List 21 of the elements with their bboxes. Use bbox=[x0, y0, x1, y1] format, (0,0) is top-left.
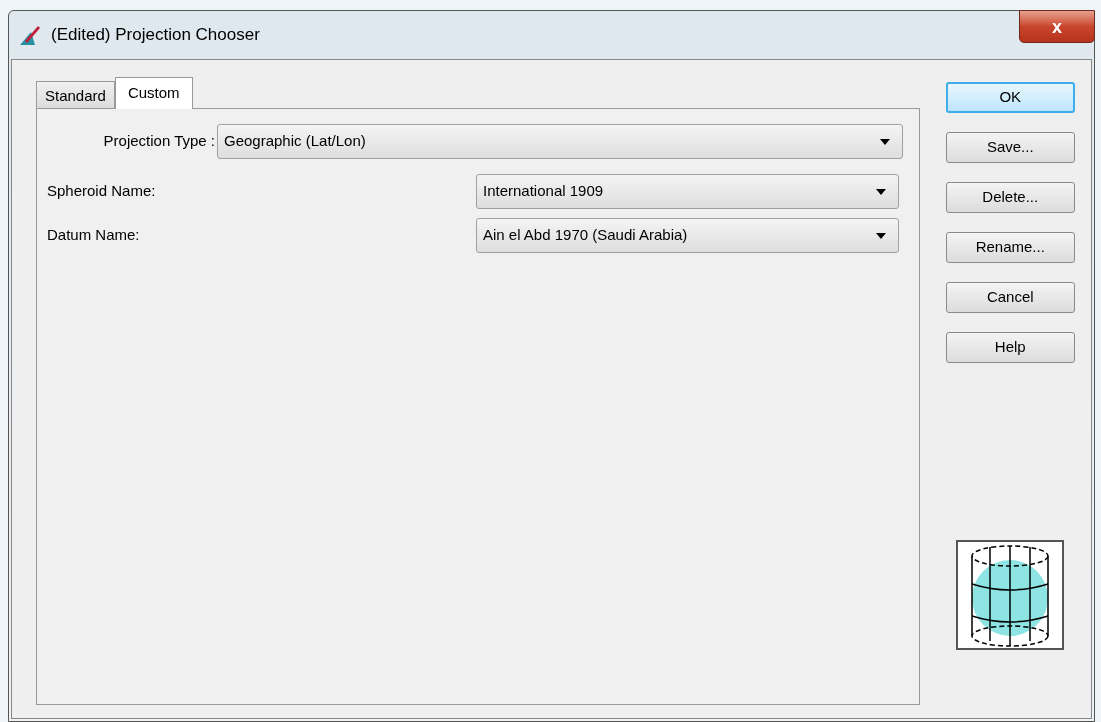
tab[interactable]: Custom bbox=[114, 77, 193, 109]
dropdown[interactable]: International 1909 bbox=[476, 174, 899, 209]
projection-type-label: Projection Type : bbox=[102, 131, 216, 152]
tab[interactable]: Standard bbox=[36, 81, 115, 108]
dialog-button[interactable]: OK bbox=[945, 82, 1075, 113]
field-label: Spheroid Name: bbox=[47, 181, 156, 202]
dropdown[interactable]: Geographic (Lat/Lon) bbox=[217, 124, 903, 159]
cylinder-projection-icon bbox=[955, 540, 1064, 650]
dialog-button[interactable]: Help bbox=[945, 332, 1075, 363]
dialog-button[interactable]: Delete... bbox=[945, 182, 1075, 213]
dialog-button[interactable]: Save... bbox=[945, 132, 1075, 163]
dropdown-arrow-icon bbox=[876, 188, 886, 195]
field-label: Datum Name: bbox=[47, 225, 140, 246]
dialog-button[interactable]: Cancel bbox=[945, 282, 1075, 313]
dropdown-arrow-icon bbox=[876, 232, 886, 239]
close-button[interactable]: x bbox=[1019, 10, 1095, 43]
window-title: (Edited) Projection Chooser bbox=[51, 24, 260, 47]
app-icon bbox=[19, 24, 41, 46]
dropdown[interactable]: Ain el Abd 1970 (Saudi Arabia) bbox=[476, 218, 899, 253]
dialog-button[interactable]: Rename... bbox=[945, 232, 1075, 263]
dropdown-arrow-icon bbox=[880, 138, 890, 145]
